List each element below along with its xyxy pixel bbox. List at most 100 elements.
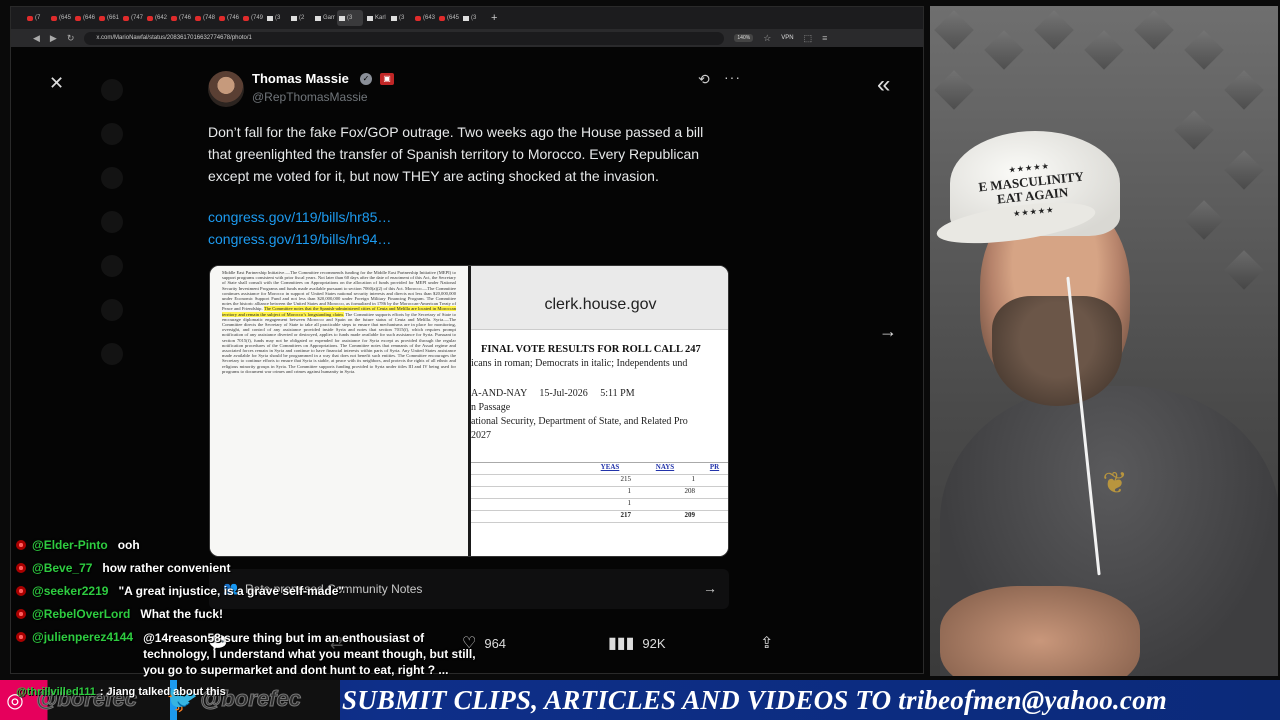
acoustic-foam [934,10,974,50]
bookmark-star-icon[interactable]: ☆ [763,33,771,44]
x-favicon-icon [463,15,469,21]
acoustic-foam [1224,70,1264,110]
new-tab-button[interactable]: + [491,12,497,24]
user-badge-icon [16,540,26,550]
messages-icon [101,255,123,277]
youtube-favicon-icon [99,15,105,21]
tweet-text: Don’t fall for the fake Fox/GOP outrage.… [208,124,704,184]
author-name[interactable]: Thomas Massie [252,71,349,86]
tab-label: (746 [227,15,239,21]
grok-explain-icon[interactable]: ⟲ [698,71,710,88]
tab-label: (646 [83,15,95,21]
live-chat-overlay: @Elder-Pinto ooh @Beve_77 how rather con… [16,538,536,678]
close-icon[interactable]: ✕ [49,73,64,94]
next-image-arrow-icon[interactable]: → [879,321,897,342]
browser-tab[interactable]: (747 [121,10,143,26]
table-cell: 217 [620,511,632,519]
acoustic-foam [1134,10,1174,50]
table-row: 1 208 [471,487,728,499]
tweet-link[interactable]: congress.gov/119/bills/hr94… [208,231,391,247]
share-icon: ⇪ [760,635,774,652]
chat-message: @seeker2219 "A great injustice, is a gra… [16,584,344,598]
zoom-badge[interactable]: 140% [734,34,754,42]
browser-tab[interactable]: (3 [389,10,411,26]
browser-tab[interactable]: (642 [145,10,167,26]
extensions-icon[interactable]: ⬚ [804,33,813,44]
roll-call-image[interactable]: clerk.house.gov FINAL VOTE RESULTS FOR R… [471,266,728,556]
tab-label: Karl [375,15,386,21]
table-cell [699,487,728,498]
x-logo-icon [101,79,123,101]
acoustic-foam [1034,10,1074,50]
browser-tab[interactable]: (746 [169,10,191,26]
browser-tab[interactable]: (3 [337,10,363,26]
table-cell: 209 [684,511,696,519]
stream-frame: (7 (645 (646 (661 (747 (642 (746 (748 (746 (749 (3… [0,0,1280,720]
browser-tab[interactable]: (7 [25,10,47,26]
acoustic-foam [1184,30,1224,70]
cap-stars: ★★★★★ [1013,205,1056,219]
tab-label: (643 [423,15,435,21]
avatar[interactable] [208,71,244,107]
browser-tab[interactable]: Gam [313,10,335,26]
user-badge-icon [16,632,26,642]
chat-username: @julienperez4144 [32,630,134,644]
browser-tab[interactable]: (3 [461,10,483,26]
youtube-favicon-icon [147,15,153,21]
forward-icon[interactable]: ▶ [50,33,57,44]
more-options-icon[interactable]: ··· [724,69,741,85]
chat-username: @thrillvilled111 [16,686,96,698]
url-input[interactable]: x.com/MarioNawfal/status/208361701663277… [84,31,725,45]
chat-username: @Elder-Pinto [32,538,108,552]
table-cell: 1 [627,499,632,507]
address-bar-row: ◀ ▶ ↻ x.com/MarioNawfal/status/208361701… [11,29,923,47]
tab-label: (746 [179,15,191,21]
x-favicon-icon [315,15,321,21]
acoustic-foam [1224,150,1264,190]
roll-call-year: 2027 [471,430,491,441]
vote-table-header: YEAS NAYS PR [471,463,728,475]
grok-icon [101,299,123,321]
browser-tab[interactable]: (661 [97,10,119,26]
tweet-link[interactable]: congress.gov/119/bills/hr85… [208,209,391,225]
chat-text: "A great injustice, is a grave self-made… [118,584,345,598]
youtube-favicon-icon [243,15,249,21]
table-cell: 1 [627,487,632,495]
browser-tab[interactable]: (646 [73,10,95,26]
browser-tab[interactable]: (746 [217,10,239,26]
tab-label: (747 [131,15,143,21]
browser-tab[interactable]: (645 [49,10,71,26]
author-handle[interactable]: @RepThomasMassie [252,90,368,104]
table-row-total: 217 209 [471,511,728,523]
reload-icon[interactable]: ↻ [67,33,75,44]
browser-tab[interactable]: (643 [413,10,435,26]
x-favicon-icon [267,15,273,21]
roll-call-question: n Passage [471,402,511,413]
youtube-favicon-icon [75,15,81,21]
tab-label: Gam [323,15,335,21]
browser-tab[interactable]: (2 [289,10,311,26]
home-icon [101,123,123,145]
browser-tab[interactable]: Karl [365,10,387,26]
acoustic-foam [1084,30,1124,70]
tab-label: (645 [59,15,71,21]
browser-tab[interactable]: (645 [437,10,459,26]
browser-tab[interactable]: (748 [193,10,215,26]
browser-tab[interactable]: (3 [265,10,287,26]
menu-icon[interactable]: ≡ [822,33,827,43]
table-cell [699,499,728,510]
back-icon[interactable]: ◀ [33,33,40,44]
clerk-url: clerk.house.gov [544,296,657,313]
browser-tab[interactable]: (749 [241,10,263,26]
share-button[interactable]: ⇪ [760,633,773,653]
tweet-media[interactable]: Middle East Partnership Initiative.—The … [209,265,729,557]
views-button[interactable]: ▮▮▮ 92K [608,633,666,653]
collapse-panel-icon[interactable]: « [877,71,890,99]
chat-username: @Beve_77 [32,561,93,575]
tab-bar: (7 (645 (646 (661 (747 (642 (746 (748 (746 (749 (3… [11,7,923,29]
appropriations-report-image[interactable]: Middle East Partnership Initiative.—The … [210,266,468,556]
vpn-badge[interactable]: VPN [781,35,793,41]
report-text: Middle East Partnership Initiative.—The … [222,270,456,312]
table-cell: 1 [691,475,696,483]
chat-message: @julienperez4144 @14reason58 sure thing … [16,630,483,678]
